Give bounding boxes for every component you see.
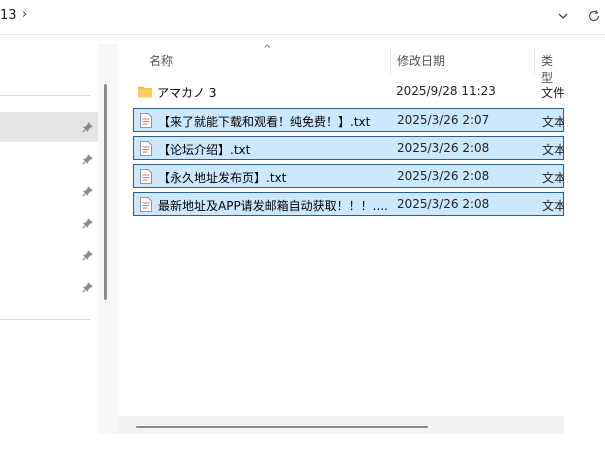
text-file-icon [140,141,152,156]
file-type: 文本 [542,115,567,129]
nav-item-pinned-2[interactable] [0,144,98,174]
sort-ascending-icon: ^ [263,44,272,55]
file-date: 2025/9/28 11:23 [396,84,496,98]
nav-item-pinned-6[interactable] [0,272,98,302]
pin-icon[interactable] [82,121,94,133]
file-row[interactable]: 【论坛介绍】.txt 2025/3/26 2:08 文本 [133,136,567,160]
file-type: 文本 [542,199,567,213]
column-header-date[interactable]: 修改日期 [397,52,445,69]
file-type: 文件 [541,86,566,100]
file-date: 2025/3/26 2:07 [397,113,490,127]
divider [0,34,605,35]
file-type: 文本 [542,171,567,185]
horizontal-scrollbar-thumb[interactable] [136,426,428,428]
horizontal-scrollbar[interactable] [118,416,564,434]
nav-separator [0,95,90,96]
nav-item-pinned-3[interactable] [0,176,98,206]
file-list-pane[interactable]: ^ 名称 修改日期 类型 アマカノ 3 2025/9/28 11:23 文件 【… [118,44,567,434]
pane-gutter [98,44,118,434]
text-file-icon [140,169,152,184]
file-row[interactable]: 【来了就能下载和观看！纯免费！】.txt 2025/3/26 2:07 文本 [133,108,567,132]
nav-separator [0,319,90,320]
refresh-icon[interactable] [586,8,602,24]
navigation-pane[interactable] [0,36,100,436]
pin-icon[interactable] [82,217,94,229]
text-file-icon [140,113,152,128]
column-divider[interactable] [534,48,535,74]
pin-icon[interactable] [82,281,94,293]
file-row[interactable]: 【永久地址发布页】.txt 2025/3/26 2:08 文本 [133,164,567,188]
nav-item-pinned-1[interactable] [0,112,98,142]
nav-scrollbar[interactable] [104,84,107,300]
column-divider[interactable] [390,48,391,74]
file-name: 【来了就能下载和观看！纯免费！】.txt [158,115,371,129]
nav-item-pinned-4[interactable] [0,208,98,238]
file-name: 最新地址及APP请发邮箱自动获取！！！.... [158,199,388,213]
file-type: 文本 [542,143,567,157]
file-date: 2025/3/26 2:08 [397,141,490,155]
file-row[interactable]: 最新地址及APP请发邮箱自动获取！！！.... 2025/3/26 2:08 文… [133,192,567,216]
file-date: 2025/3/26 2:08 [397,197,490,211]
file-date: 2025/3/26 2:08 [397,169,490,183]
address-bar[interactable]: 13 › [0,0,605,36]
pin-icon[interactable] [82,153,94,165]
nav-item-pinned-5[interactable] [0,240,98,270]
file-row[interactable]: アマカノ 3 2025/9/28 11:23 文件 [133,80,566,104]
chevron-down-icon[interactable] [555,8,571,24]
breadcrumb-segment[interactable]: 13 [0,8,17,23]
file-name: 【论坛介绍】.txt [158,143,251,157]
file-name: 【永久地址发布页】.txt [158,171,287,185]
column-header-name[interactable]: 名称 [149,52,173,69]
breadcrumb-separator[interactable]: › [22,7,27,22]
text-file-icon [140,197,152,212]
pin-icon[interactable] [82,249,94,261]
folder-icon [138,86,152,98]
pin-icon[interactable] [82,185,94,197]
file-name: アマカノ 3 [157,86,217,100]
window-edge [564,36,605,458]
